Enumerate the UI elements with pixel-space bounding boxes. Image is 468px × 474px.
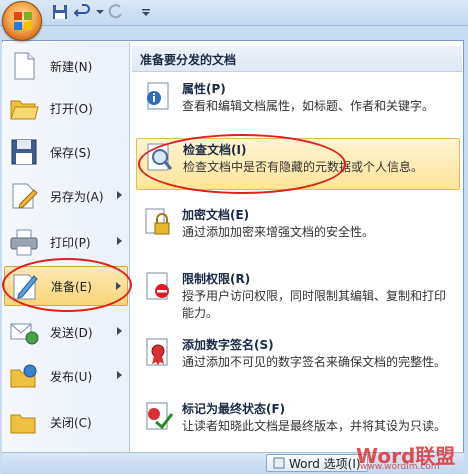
submenu-item-restrict-permission[interactable]: 限制权限(R) 授予用户访问权限，同时限制其编辑、复制和打印能力。 [136,268,460,324]
submenu-arrow-icon [117,191,122,199]
menu-item-label: 打开(O) [50,101,93,116]
submenu-arrow-icon [117,371,122,379]
properties-icon [147,82,169,110]
submenu-item-description: 查看和编辑文档属性，如标题、作者和关键字。 [182,99,435,113]
submenu-item-title: 属性(P) [182,82,226,96]
submenu-arrow-icon [117,327,122,335]
submenu-item-title: 限制权限(R) [182,272,251,286]
menu-item-label: 另存为(A) [50,189,104,204]
inspect-document-icon [147,143,173,171]
submenu-item-description: 授予用户访问权限，同时限制其编辑、复制和打印能力。 [182,289,447,320]
close-folder-icon [10,414,36,434]
redo-icon[interactable] [108,4,124,20]
menu-item-close[interactable]: 关闭(C) [4,402,128,442]
menu-item-open[interactable]: 打开(O) [4,88,128,128]
menu-item-label: 发布(U) [50,369,93,384]
menu-item-label: 新建(N) [50,59,93,74]
submenu-item-description: 通过添加加密来增强文档的安全性。 [182,225,375,239]
submenu-item-properties[interactable]: 属性(P) 查看和编辑文档属性，如标题、作者和关键字。 [136,78,460,132]
send-icon [10,323,39,345]
undo-dropdown-icon[interactable] [92,4,108,20]
submenu-arrow-icon [117,237,122,245]
printer-icon [10,229,38,256]
save-as-icon [12,183,38,209]
word-options-button[interactable]: Word 选项(I) [266,454,368,472]
watermark-logo: Word联盟 www.wordlm.com [356,440,455,472]
submenu-item-title: 检查文档(I) [183,143,247,157]
open-folder-icon [10,100,39,120]
menu-item-print[interactable]: 打印(P) [4,222,128,262]
customize-toolbar-icon[interactable] [138,4,154,20]
new-document-icon [14,52,35,80]
menu-item-new[interactable]: 新建(N) [4,46,128,86]
menu-item-send[interactable]: 发送(D) [4,312,128,352]
encrypt-lock-icon [145,208,170,235]
mark-final-icon [146,402,174,430]
menu-item-label: 打印(P) [50,235,91,250]
submenu-item-title: 加密文档(E) [182,208,250,222]
word-options-label: Word 选项(I) [289,456,361,471]
menu-item-publish[interactable]: 发布(U) [4,356,128,396]
submenu-arrow-icon [116,282,121,290]
publish-icon [10,364,37,388]
submenu-item-description: 通过添加不可见的数字签名来确保文档的完整性。 [182,355,447,369]
menu-item-save[interactable]: 保存(S) [4,132,128,172]
submenu-item-encrypt-document[interactable]: 加密文档(E) 通过添加加密来增强文档的安全性。 [136,204,460,254]
quick-access-toolbar [0,0,468,26]
menu-item-prepare[interactable]: 准备(E) [4,266,128,306]
submenu-item-title: 标记为最终状态(F) [182,402,286,416]
menu-item-label: 发送(D) [50,325,93,340]
office-logo-icon [14,12,32,30]
prepare-icon [13,274,38,300]
submenu-item-inspect-document[interactable]: 检查文档(I) 检查文档中是否有隐藏的元数据或个人信息。 [136,138,460,190]
menu-item-save-as[interactable]: 另存为(A) [4,176,128,216]
save-disk-icon [11,139,37,165]
watermark-url: www.wordlm.com [360,462,440,472]
submenu-item-title: 添加数字签名(S) [182,338,274,352]
submenu-item-description: 让读者知晓此文档是最终版本，并将其设为只读。 [182,419,447,433]
menu-item-label: 关闭(C) [50,415,92,430]
restrict-permission-icon [146,272,169,300]
menu-item-label: 准备(E) [51,279,92,294]
submenu-item-digital-signature[interactable]: 添加数字签名(S) 通过添加不可见的数字签名来确保文档的完整性。 [136,334,460,390]
save-icon[interactable] [52,4,68,20]
undo-icon[interactable] [74,4,90,20]
menu-item-label: 保存(S) [50,145,91,160]
submenu-header: 准备要分发的文档 [132,46,462,72]
options-icon [273,457,285,469]
digital-signature-icon [146,338,168,366]
office-button[interactable] [2,1,42,41]
submenu-item-description: 检查文档中是否有隐藏的元数据或个人信息。 [183,160,424,174]
